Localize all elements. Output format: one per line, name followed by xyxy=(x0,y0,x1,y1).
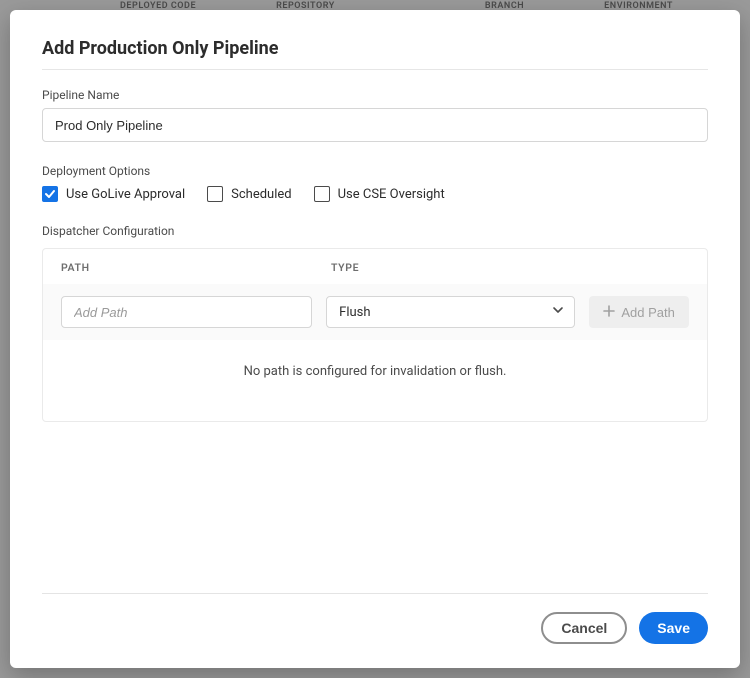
dialog-footer: Cancel Save xyxy=(42,593,708,644)
checkbox-icon xyxy=(42,186,58,202)
plus-icon xyxy=(603,305,615,320)
type-select[interactable]: Flush xyxy=(326,296,575,328)
divider xyxy=(42,69,708,70)
dispatcher-input-row: Flush Add Path xyxy=(43,284,707,340)
deployment-options-row: Use GoLive Approval Scheduled Use CSE Ov… xyxy=(42,186,708,202)
checkbox-icon xyxy=(207,186,223,202)
dispatcher-columns: PATH TYPE xyxy=(43,249,707,284)
cancel-button[interactable]: Cancel xyxy=(541,612,627,644)
checkbox-label: Use GoLive Approval xyxy=(66,187,185,202)
dialog-title: Add Production Only Pipeline xyxy=(42,38,708,59)
chevron-down-icon xyxy=(552,304,564,320)
checkbox-label: Scheduled xyxy=(231,187,291,202)
col-header-path: PATH xyxy=(61,261,331,274)
checkbox-scheduled[interactable]: Scheduled xyxy=(207,186,291,202)
checkbox-icon xyxy=(314,186,330,202)
col-header-type: TYPE xyxy=(331,261,581,274)
add-pipeline-dialog: Add Production Only Pipeline Pipeline Na… xyxy=(10,10,740,668)
add-path-button-label: Add Path xyxy=(621,305,675,320)
dispatcher-empty-message: No path is configured for invalidation o… xyxy=(43,340,707,421)
save-button[interactable]: Save xyxy=(639,612,708,644)
checkbox-cse-oversight[interactable]: Use CSE Oversight xyxy=(314,186,445,202)
deployment-options-label: Deployment Options xyxy=(42,164,708,178)
type-select-value: Flush xyxy=(339,305,370,320)
checkbox-label: Use CSE Oversight xyxy=(338,187,445,202)
dispatcher-panel: PATH TYPE Flush Add Path No pa xyxy=(42,248,708,422)
add-path-button[interactable]: Add Path xyxy=(589,296,689,328)
checkbox-golive-approval[interactable]: Use GoLive Approval xyxy=(42,186,185,202)
path-input[interactable] xyxy=(61,296,312,328)
pipeline-name-label: Pipeline Name xyxy=(42,88,708,102)
pipeline-name-input[interactable] xyxy=(42,108,708,142)
dispatcher-config-label: Dispatcher Configuration xyxy=(42,224,708,238)
